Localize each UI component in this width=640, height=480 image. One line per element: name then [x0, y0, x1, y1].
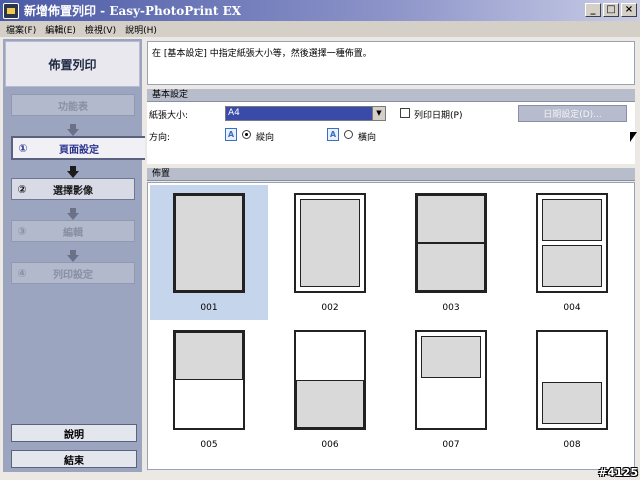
layout-thumb-006[interactable]: 006	[271, 322, 389, 457]
menu-view[interactable]: 檢視(V)	[85, 23, 116, 36]
app-window: 新增佈置列印 - Easy-PhotoPrint EX _ □ × 檔案(F) …	[0, 0, 640, 480]
layout-label: 006	[321, 440, 339, 450]
step-number: ①	[18, 141, 28, 155]
page-outline	[536, 330, 608, 430]
step-label: 列印設定	[53, 269, 93, 281]
main-panel: 在 [基本設定] 中指定紙張大小等，然後選擇一種佈置。 基本設定 紙張大小: A…	[145, 39, 637, 472]
layout-thumb-007[interactable]: 007	[392, 322, 510, 457]
menu-file[interactable]: 檔案(F)	[6, 23, 36, 36]
window-controls: _ □ ×	[585, 3, 637, 17]
step-label: 頁面設定	[59, 144, 99, 156]
layout-thumb-004[interactable]: 004	[513, 185, 631, 320]
page-outline	[415, 330, 487, 430]
photo-slot	[300, 199, 360, 287]
help-button[interactable]: 說明	[11, 424, 137, 442]
close-button[interactable]: ×	[621, 3, 637, 17]
chevron-down-icon[interactable]: ▼	[372, 107, 385, 120]
app-printer-icon	[3, 2, 19, 19]
photo-slot	[417, 243, 485, 291]
orientation-label: 方向:	[149, 133, 171, 143]
info-text: 在 [基本設定] 中指定紙張大小等，然後選擇一種佈置。	[147, 41, 635, 85]
step-number: ③	[17, 224, 27, 238]
date-settings-button[interactable]: 日期設定(D)...	[518, 105, 627, 122]
layout-thumb-008[interactable]: 008	[513, 322, 631, 457]
page-outline	[173, 193, 245, 293]
photo-slot	[417, 195, 485, 243]
step-number: ④	[17, 266, 27, 280]
page-outline	[536, 193, 608, 293]
portrait-radio[interactable]	[242, 130, 251, 139]
layout-grid: 001 002 003 004 005 006 007 008	[147, 182, 635, 470]
photo-slot	[542, 245, 602, 287]
menu-edit[interactable]: 編輯(E)	[45, 23, 76, 36]
photo-slot	[421, 336, 481, 378]
arrow-down-icon	[67, 208, 79, 220]
photo-slot	[542, 382, 602, 424]
page-outline	[173, 330, 245, 430]
layout-header: 佈置	[147, 168, 635, 181]
minimize-button[interactable]: _	[585, 3, 601, 17]
landscape-radio[interactable]	[344, 130, 353, 139]
menu-bar: 檔案(F) 編輯(E) 檢視(V) 說明(H)	[0, 21, 640, 37]
portrait-icon: A	[225, 128, 237, 141]
step-label: 選擇影像	[53, 185, 93, 197]
window-title: 新增佈置列印 - Easy-PhotoPrint EX	[24, 4, 242, 18]
sidebar-step-page-setup[interactable]: ① 頁面設定	[11, 136, 145, 160]
print-date-checkbox[interactable]	[400, 108, 410, 118]
sidebar-step-select-images[interactable]: ② 選擇影像	[11, 178, 135, 200]
sidebar-step-print-settings[interactable]: ④ 列印設定	[11, 262, 135, 284]
menu-help[interactable]: 說明(H)	[125, 23, 157, 36]
layout-label: 005	[200, 440, 218, 450]
step-label: 功能表	[58, 101, 88, 113]
page-outline	[415, 193, 487, 293]
watermark: #4125	[598, 466, 638, 479]
page-outline	[294, 330, 366, 430]
title-bar: 新增佈置列印 - Easy-PhotoPrint EX _ □ ×	[0, 0, 640, 21]
arrow-down-icon	[67, 124, 79, 136]
maximize-button[interactable]: □	[603, 3, 619, 17]
landscape-icon: A	[327, 128, 339, 141]
paper-size-value: A4	[226, 107, 372, 120]
photo-slot	[175, 332, 243, 380]
photo-slot	[175, 195, 243, 291]
portrait-label: 縱向	[256, 133, 275, 143]
page-outline	[294, 193, 366, 293]
sidebar-step-menu[interactable]: 功能表	[11, 94, 135, 116]
layout-thumb-003[interactable]: 003	[392, 185, 510, 320]
layout-thumb-001[interactable]: 001	[150, 185, 268, 320]
step-label: 編輯	[63, 227, 83, 239]
photo-slot	[296, 380, 364, 428]
arrow-down-icon	[67, 250, 79, 262]
print-date-label: 列印日期(P)	[414, 111, 463, 121]
layout-label: 007	[442, 440, 460, 450]
layout-thumb-005[interactable]: 005	[150, 322, 268, 457]
basic-settings-header: 基本設定	[147, 89, 635, 102]
exit-button[interactable]: 結束	[11, 450, 137, 468]
paper-size-label: 紙張大小:	[149, 111, 189, 121]
step-number: ②	[17, 182, 27, 196]
sidebar: 佈置列印 功能表 ① 頁面設定 ② 選擇影像 ③ 編輯 ④ 列印設定 說明 結束	[3, 39, 145, 472]
sidebar-header: 佈置列印	[5, 41, 140, 87]
photo-slot	[542, 199, 602, 241]
paper-size-select[interactable]: A4 ▼	[225, 106, 386, 121]
sidebar-step-edit[interactable]: ③ 編輯	[11, 220, 135, 242]
basic-settings-panel: 紙張大小: A4 ▼ 列印日期(P) 日期設定(D)... 方向: A 縱向 A…	[147, 102, 635, 164]
layout-thumb-002[interactable]: 002	[271, 185, 389, 320]
landscape-label: 橫向	[358, 133, 377, 143]
arrow-down-icon	[67, 166, 79, 178]
